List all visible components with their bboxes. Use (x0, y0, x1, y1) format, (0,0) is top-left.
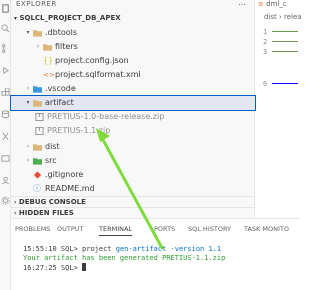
chevron-down-icon: ▾ (26, 29, 30, 36)
editor-tab[interactable]: ≡ dml_c (258, 0, 287, 8)
tree-item-vscode[interactable]: › .vscode (11, 82, 255, 96)
folder-vscode-icon (33, 86, 42, 93)
chevron-right-icon: › (26, 157, 30, 164)
code-line (272, 31, 298, 32)
code-line (272, 51, 298, 52)
tree-item-src[interactable]: › src (11, 154, 255, 168)
tree-item-dist[interactable]: › dist (11, 140, 255, 154)
tab-problems[interactable]: PROBLEMS (15, 225, 50, 233)
code-line (272, 83, 298, 84)
line-number: 1 (263, 28, 268, 36)
tab-task-monitor[interactable]: TASK MONITO (244, 225, 289, 233)
debug-console-header[interactable]: › DEBUG CONSOLE (11, 196, 255, 207)
explorer-title: EXPLORER (16, 0, 57, 8)
chevron-right-icon: › (14, 210, 17, 217)
tab-output[interactable]: OUTPUT (57, 225, 84, 233)
remote-icon[interactable] (1, 154, 10, 163)
tree-item-pretius-1-1-zip[interactable]: PRETIUS-1.1.zip (11, 124, 255, 138)
zip-file-icon (35, 113, 44, 121)
chevron-right-icon: › (36, 43, 40, 50)
editor-area[interactable]: ≡ dml_c dist › relea 1 2 3 6 (256, 0, 302, 218)
folder-icon (43, 44, 52, 51)
breadcrumb[interactable]: dist › relea (264, 13, 302, 21)
chevron-right-icon: › (26, 85, 30, 92)
zip-file-icon (35, 127, 44, 135)
project-header[interactable]: ▾ SQLCL_PROJECT_DB_APEX (11, 13, 255, 24)
tab-sql-history[interactable]: SQL HISTORY (188, 225, 231, 233)
tree-item-project-config-json[interactable]: {} project.config.json (11, 54, 255, 68)
tab-ports[interactable]: PORTS (154, 225, 175, 233)
line-number: 6 (263, 80, 268, 88)
chevron-down-icon: ▾ (14, 15, 18, 22)
run-debug-icon[interactable] (1, 66, 10, 75)
chevron-right-icon: › (14, 199, 17, 206)
folder-src-icon (33, 158, 42, 165)
terminal-cursor (82, 263, 87, 271)
test-icon[interactable] (1, 132, 10, 141)
terminal-output[interactable]: 15:55:10 SQL> project gen-artifact -vers… (23, 245, 225, 273)
tree-item-gitignore[interactable]: .gitignore (11, 168, 255, 182)
info-icon: ⓘ (33, 184, 41, 193)
xml-file-icon: <> (43, 71, 55, 79)
tab-terminal[interactable]: TERMINAL (99, 225, 133, 236)
explorer-sidebar: EXPLORER ⋯ ▾ SQLCL_PROJECT_DB_APEX ▾ .db… (10, 0, 256, 218)
folder-open-icon (33, 100, 42, 107)
hidden-files-header[interactable]: › HIDDEN FILES (11, 207, 255, 218)
chevron-down-icon: ▾ (26, 99, 30, 106)
line-number: 2 (263, 38, 268, 46)
settings-gear-icon[interactable] (1, 196, 10, 205)
tree-item-readme[interactable]: ⓘ README.md (11, 182, 255, 196)
activity-bar (0, 0, 11, 290)
json-braces-icon: {} (43, 56, 54, 65)
chevron-right-icon: › (26, 143, 30, 150)
files-icon[interactable] (1, 4, 10, 13)
search-icon[interactable] (1, 24, 10, 33)
folder-open-icon (33, 30, 42, 37)
tree-item-dbtools[interactable]: ▾ .dbtools (11, 26, 255, 40)
account-icon[interactable] (1, 176, 10, 185)
project-name: SQLCL_PROJECT_DB_APEX (19, 14, 121, 22)
file-icon: ≡ (258, 0, 264, 8)
source-control-icon[interactable] (1, 44, 10, 53)
more-actions-icon[interactable]: ⋯ (238, 0, 250, 9)
tree-item-project-sqlformat-xml[interactable]: <> project.sqlformat.xml (11, 68, 255, 82)
tree-item-base-release-zip[interactable]: PRETIUS-1.0-base-release.zip (11, 110, 255, 124)
bottom-panel: PROBLEMS OUTPUT TERMINAL PORTS SQL HISTO… (11, 218, 300, 290)
explorer-actions[interactable]: ⋯ (238, 0, 250, 9)
database-icon[interactable] (1, 110, 10, 119)
tree-item-artifact[interactable]: ▾ artifact (10, 95, 256, 111)
tree-item-filters[interactable]: › filters (11, 40, 255, 54)
extensions-icon[interactable] (1, 88, 10, 97)
line-number: 3 (263, 48, 268, 56)
folder-icon (33, 144, 42, 151)
code-line (272, 41, 298, 42)
git-icon (33, 171, 42, 179)
